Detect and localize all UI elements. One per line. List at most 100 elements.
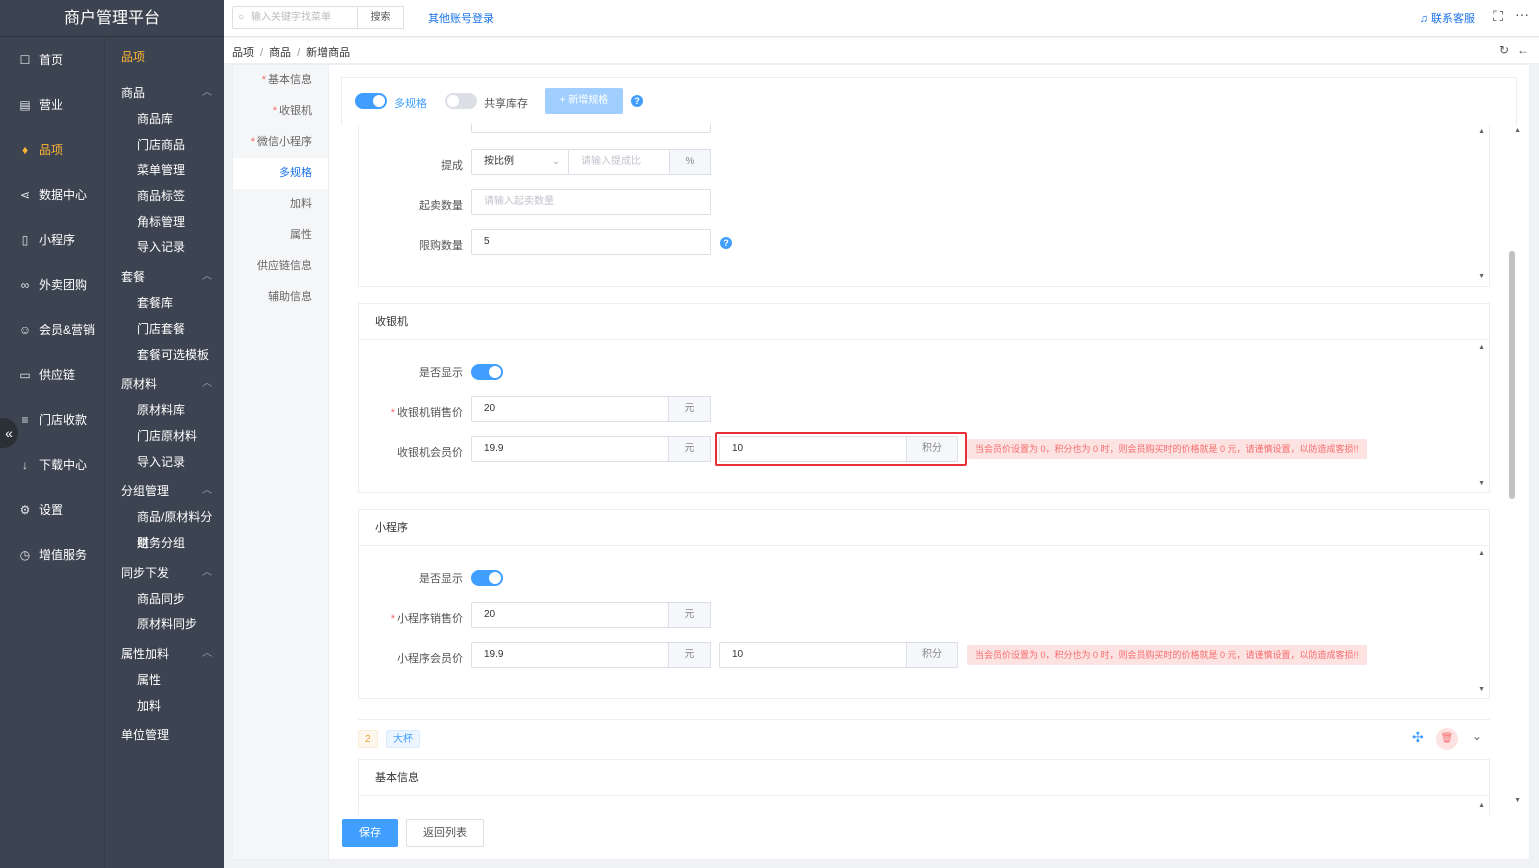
fullscreen-icon[interactable]: ⛶ <box>1493 8 1503 25</box>
submenu-group[interactable]: 分组管理 ︿ <box>105 477 224 505</box>
submenu-item[interactable]: 原材料同步 <box>105 612 224 638</box>
shared-stock-switch[interactable] <box>445 93 477 109</box>
submenu-group[interactable]: 属性加料 ︿ <box>105 640 224 668</box>
nav-item[interactable]: ☺ 会员&营销 <box>0 307 104 352</box>
commission-input[interactable]: 请输入提成比 <box>568 149 670 175</box>
mini-member-price-input[interactable]: 19.9 <box>471 642 669 668</box>
other-account-login-link[interactable]: 其他账号登录 <box>428 10 494 26</box>
scroll-up-icon[interactable]: ▲ <box>1514 127 1521 134</box>
cashier-show-label: 是否显示 <box>419 367 463 379</box>
nav-item[interactable]: ⋖ 数据中心 <box>0 172 104 217</box>
scroll-down-icon[interactable]: ▼ <box>1514 797 1521 804</box>
submenu-item-unit-management[interactable]: 单位管理 <box>105 721 224 749</box>
mini-points-input[interactable]: 10 <box>719 642 907 668</box>
chevron-up-icon: ︿ <box>202 87 212 98</box>
cashier-show-switch[interactable] <box>471 364 503 380</box>
submenu-item[interactable]: 商品标签 <box>105 184 224 210</box>
breadcrumb-item[interactable]: 商品 <box>269 47 291 59</box>
search-button[interactable]: 搜索 <box>357 6 404 29</box>
breadcrumb-item[interactable]: 品项 <box>232 47 254 59</box>
submenu-item[interactable]: 原材料库 <box>105 398 224 424</box>
back-arrow-icon[interactable]: ← <box>1517 43 1529 57</box>
section-tab[interactable]: 供应链信息 <box>233 251 328 282</box>
user-icon: ☺ <box>18 322 32 337</box>
limit-qty-input[interactable]: 5 <box>471 229 711 255</box>
submenu-item[interactable]: 导入记录 <box>105 450 224 476</box>
nav-item[interactable]: ↓ 下载中心 <box>0 442 104 487</box>
nav-item[interactable]: ▭ 供应链 <box>0 352 104 397</box>
submenu-item[interactable]: 导入记录 <box>105 235 224 261</box>
delete-icon[interactable]: 🗑 <box>1436 728 1458 750</box>
submenu-item[interactable]: 商品库 <box>105 107 224 133</box>
submenu-group[interactable]: 商品 ︿ <box>105 79 224 107</box>
spec-basic-panel: 提成 按比例 ⌄ 请输入提成比 % 起卖数量 请输入起卖数量 限购数量 5 ? ▲… <box>358 123 1490 287</box>
submenu-item[interactable]: 门店原材料 <box>105 424 224 450</box>
section-tab[interactable]: 辅助信息 <box>233 282 328 313</box>
mini-show-switch[interactable] <box>471 570 503 586</box>
cashier-panel: 收银机 是否显示 * 收银机销售价 20 元 收银机会员价 19.9 元 10 积… <box>358 303 1490 493</box>
submenu-item[interactable]: 财务分组 <box>105 531 224 557</box>
submenu-item[interactable]: 套餐可选模板 <box>105 343 224 369</box>
scroll-up-icon[interactable]: ▲ <box>1478 128 1485 135</box>
commission-mode-select[interactable]: 按比例 ⌄ <box>471 149 569 175</box>
section-tab[interactable]: * 微信小程序 <box>233 127 328 158</box>
chevron-up-icon: ︿ <box>202 271 212 283</box>
scroll-up-icon[interactable]: ▲ <box>1478 550 1485 557</box>
scroll-down-icon[interactable]: ▼ <box>1478 686 1485 693</box>
help-icon[interactable]: ? <box>631 95 643 107</box>
scroll-up-icon[interactable]: ▲ <box>1478 802 1485 809</box>
help-icon[interactable]: ? <box>720 237 732 249</box>
spec-toolbar: 多规格 共享库存 + 新增规格 ? <box>341 77 1517 125</box>
scroll-up-icon[interactable]: ▲ <box>1478 344 1485 351</box>
more-icon[interactable]: ··· <box>1515 6 1529 22</box>
min-qty-input[interactable]: 请输入起卖数量 <box>471 189 711 215</box>
nav-item-label: 会员&营销 <box>39 323 96 337</box>
section-tab[interactable]: 加料 <box>233 189 328 220</box>
submenu-item[interactable]: 商品同步 <box>105 587 224 613</box>
nav-item[interactable]: ◷ 增值服务 <box>0 532 104 577</box>
submenu-item[interactable]: 套餐库 <box>105 291 224 317</box>
section-tab[interactable]: * 基本信息 <box>233 65 328 96</box>
chevron-down-icon[interactable]: ⌄ <box>1472 729 1482 743</box>
add-spec-button[interactable]: + 新增规格 <box>545 88 623 114</box>
nav-item[interactable]: ▯ 小程序 <box>0 217 104 262</box>
cashier-price-input[interactable]: 20 <box>471 396 669 422</box>
section-tab[interactable]: 属性 <box>233 220 328 251</box>
nav-item[interactable]: ▤ 营业 <box>0 82 104 127</box>
required-mark: * <box>272 105 277 117</box>
submenu-item[interactable]: 属性 <box>105 668 224 694</box>
scroll-down-icon[interactable]: ▼ <box>1478 273 1485 280</box>
section-tab-label: 多规格 <box>279 167 312 179</box>
submenu-item[interactable]: 菜单管理 <box>105 158 224 184</box>
submenu-group[interactable]: 同步下发 ︿ <box>105 559 224 587</box>
cashier-warning: 当会员价设置为 0，积分也为 0 时，则会员购买时的价格就是 0 元，请谨慎设置… <box>967 439 1367 459</box>
submenu-item[interactable]: 加料 <box>105 694 224 720</box>
nav-item[interactable]: ♦ 品项 <box>0 127 104 172</box>
submenu-item[interactable]: 门店商品 <box>105 133 224 159</box>
menu-search-input[interactable]: ○ 输入关键字找菜单 <box>232 6 358 29</box>
submenu-item[interactable]: 角标管理 <box>105 210 224 236</box>
home-icon: ☐ <box>19 52 31 67</box>
divider <box>358 719 1490 720</box>
app-title: 商户管理平台 <box>0 0 224 37</box>
submenu-group[interactable]: 原材料 ︿ <box>105 370 224 398</box>
nav-item[interactable]: ⚙ 设置 <box>0 487 104 532</box>
cashier-member-price-input[interactable]: 19.9 <box>471 436 669 462</box>
back-to-list-button[interactable]: 返回列表 <box>406 819 484 847</box>
submenu-item[interactable]: 商品/原材料分组 <box>105 505 224 550</box>
nav-item[interactable]: ☐ 首页 <box>0 37 104 82</box>
scroll-down-icon[interactable]: ▼ <box>1478 480 1485 487</box>
move-icon[interactable]: ✣ <box>1412 729 1424 746</box>
refresh-icon[interactable]: ↻ <box>1499 43 1509 57</box>
nav-item[interactable]: ∞ 外卖团购 <box>0 262 104 307</box>
section-tab[interactable]: 多规格 <box>233 158 328 189</box>
vertical-scrollbar[interactable] <box>1509 251 1515 499</box>
mini-price-input[interactable]: 20 <box>471 602 669 628</box>
contact-support-link[interactable]: ♫ 联系客服 <box>1420 10 1475 26</box>
save-button[interactable]: 保存 <box>342 819 398 847</box>
cut-off-input[interactable] <box>471 123 711 133</box>
multi-spec-switch[interactable] <box>355 93 387 109</box>
submenu-group[interactable]: 套餐 ︿ <box>105 263 224 291</box>
section-tab[interactable]: * 收银机 <box>233 96 328 127</box>
submenu-item[interactable]: 门店套餐 <box>105 317 224 343</box>
